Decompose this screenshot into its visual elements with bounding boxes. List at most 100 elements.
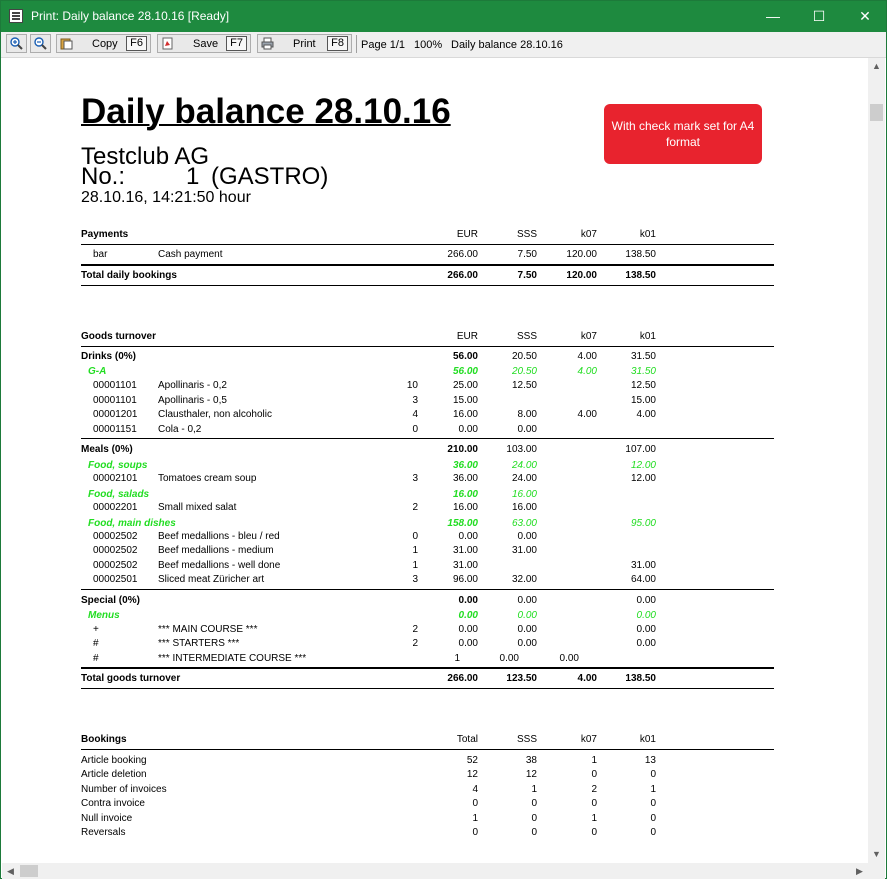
amount-cell: 0	[650, 769, 656, 780]
scroll-up-arrow-icon[interactable]: ▲	[868, 58, 885, 75]
vertical-scroll-thumb[interactable]	[870, 104, 883, 121]
document-name: Daily balance 28.10.16	[451, 39, 563, 51]
article-name: Tomatoes cream soup	[158, 473, 257, 484]
print-button[interactable]: Print F8	[257, 34, 352, 53]
amount-cell: 0.00	[517, 638, 537, 649]
amount-cell: 12.00	[630, 473, 656, 484]
print-preview-page[interactable]: Daily balance 28.10.16 Testclub AG No.: …	[2, 58, 868, 863]
amount-cell: 32.00	[511, 574, 537, 585]
article-name: *** STARTERS ***	[158, 638, 240, 649]
article-code: #	[93, 638, 99, 649]
table-divider	[81, 346, 774, 347]
table-divider	[81, 438, 774, 439]
report-datetime: 28.10.16, 14:21:50 hour	[81, 189, 251, 206]
vertical-scrollbar[interactable]: ▲ ▼	[868, 58, 885, 863]
close-button[interactable]: ✕	[842, 1, 887, 32]
page-indicator: Page 1/1	[361, 39, 406, 51]
article-name: Apollinaris - 0,5	[158, 395, 227, 406]
zoom-in-icon	[10, 37, 23, 50]
amount-cell: 12.50	[630, 380, 656, 391]
table-divider	[81, 749, 774, 750]
payment-code: bar	[93, 249, 108, 260]
amount-cell: 0	[650, 798, 656, 809]
scroll-down-arrow-icon[interactable]: ▼	[868, 846, 885, 863]
minimize-button[interactable]: —	[750, 1, 796, 32]
save-button[interactable]: Save F7	[157, 34, 251, 53]
group-label: Food, soups	[88, 460, 148, 471]
amount-cell: 63.00	[511, 518, 537, 529]
amount-cell: 138.50	[625, 673, 656, 684]
maximize-button[interactable]: ☐	[796, 1, 842, 32]
window-title: Print: Daily balance 28.10.16 [Ready]	[31, 9, 230, 23]
amount-cell: 64.00	[630, 574, 656, 585]
print-shortcut: F8	[327, 36, 348, 51]
amount-cell: 0.00	[517, 531, 537, 542]
amount-cell: 103.00	[506, 444, 537, 455]
printer-icon	[261, 37, 274, 50]
amount-cell: 31.00	[511, 545, 537, 556]
zoom-out-icon	[34, 37, 47, 50]
copy-shortcut: F6	[126, 36, 147, 51]
group-label: Food, main dishes	[88, 518, 176, 529]
amount-cell: 15.00	[630, 395, 656, 406]
title-bar[interactable]: Print: Daily balance 28.10.16 [Ready] — …	[1, 1, 886, 32]
article-name: Beef medallions - medium	[158, 545, 274, 556]
article-code: 00002502	[93, 531, 138, 542]
category-label: Special (0%)	[81, 595, 140, 606]
group-label: G-A	[88, 366, 107, 377]
table-divider	[81, 285, 774, 286]
register-label: No.:	[81, 163, 126, 190]
amount-cell: 4.00	[636, 409, 656, 420]
group-label: Food, salads	[88, 489, 150, 500]
article-code: 00002101	[93, 473, 138, 484]
amount-cell: 0.00	[517, 610, 537, 621]
copy-button[interactable]: Copy F6	[56, 34, 151, 53]
zoom-in-button[interactable]	[6, 34, 27, 53]
amount-cell: 16.00	[511, 502, 537, 513]
horizontal-scroll-thumb[interactable]	[20, 865, 38, 877]
app-icon	[9, 9, 23, 23]
print-preview-window: Print: Daily balance 28.10.16 [Ready] — …	[0, 0, 887, 879]
amount-cell: 0	[650, 813, 656, 824]
zoom-out-button[interactable]	[30, 34, 51, 53]
amount-cell: 16.00	[511, 489, 537, 500]
save-shortcut: F7	[226, 36, 247, 51]
article-code: 00002502	[93, 560, 138, 571]
amount-cell: 0.00	[517, 624, 537, 635]
scroll-left-arrow-icon[interactable]: ◀	[2, 863, 19, 879]
column-header: k01	[639, 734, 656, 745]
amount-cell: 0.00	[636, 610, 656, 621]
print-label: Print	[293, 38, 316, 50]
table-divider	[81, 667, 774, 669]
article-code: 00001201	[93, 409, 138, 420]
article-code: 00002201	[93, 502, 138, 513]
column-header: k01	[639, 331, 656, 342]
register-number: 1	[186, 163, 200, 190]
register-line: No.: 1 (GASTRO)	[81, 163, 328, 191]
save-label: Save	[193, 38, 219, 50]
article-code: +	[93, 624, 99, 635]
scroll-right-arrow-icon[interactable]: ▶	[851, 863, 868, 879]
article-name: Apollinaris - 0,2	[158, 380, 227, 391]
amount-cell: 0.00	[559, 653, 579, 664]
payment-type: Cash payment	[158, 249, 223, 260]
booking-label: Contra invoice	[81, 798, 145, 809]
article-code: 00002501	[93, 574, 138, 585]
amount-cell: 31.00	[452, 560, 478, 571]
table-divider	[81, 688, 774, 689]
column-header: k01	[639, 229, 656, 240]
scrollbar-corner	[868, 863, 885, 879]
total-label: Total goods turnover	[81, 673, 181, 684]
pdf-file-icon	[162, 37, 173, 50]
booking-label: Number of invoices	[81, 784, 167, 795]
article-name: *** INTERMEDIATE COURSE ***	[158, 653, 307, 664]
toolbar-separator	[356, 35, 357, 53]
amount-cell: 15.00	[452, 395, 478, 406]
article-name: Clausthaler, non alcoholic	[158, 409, 272, 420]
table-divider	[81, 589, 774, 590]
amount-cell: 107.00	[625, 444, 656, 455]
booking-label: Article deletion	[81, 769, 147, 780]
table-divider	[81, 264, 774, 266]
horizontal-scrollbar[interactable]: ◀ ▶	[2, 863, 868, 879]
amount-cell: 0.00	[636, 638, 656, 649]
